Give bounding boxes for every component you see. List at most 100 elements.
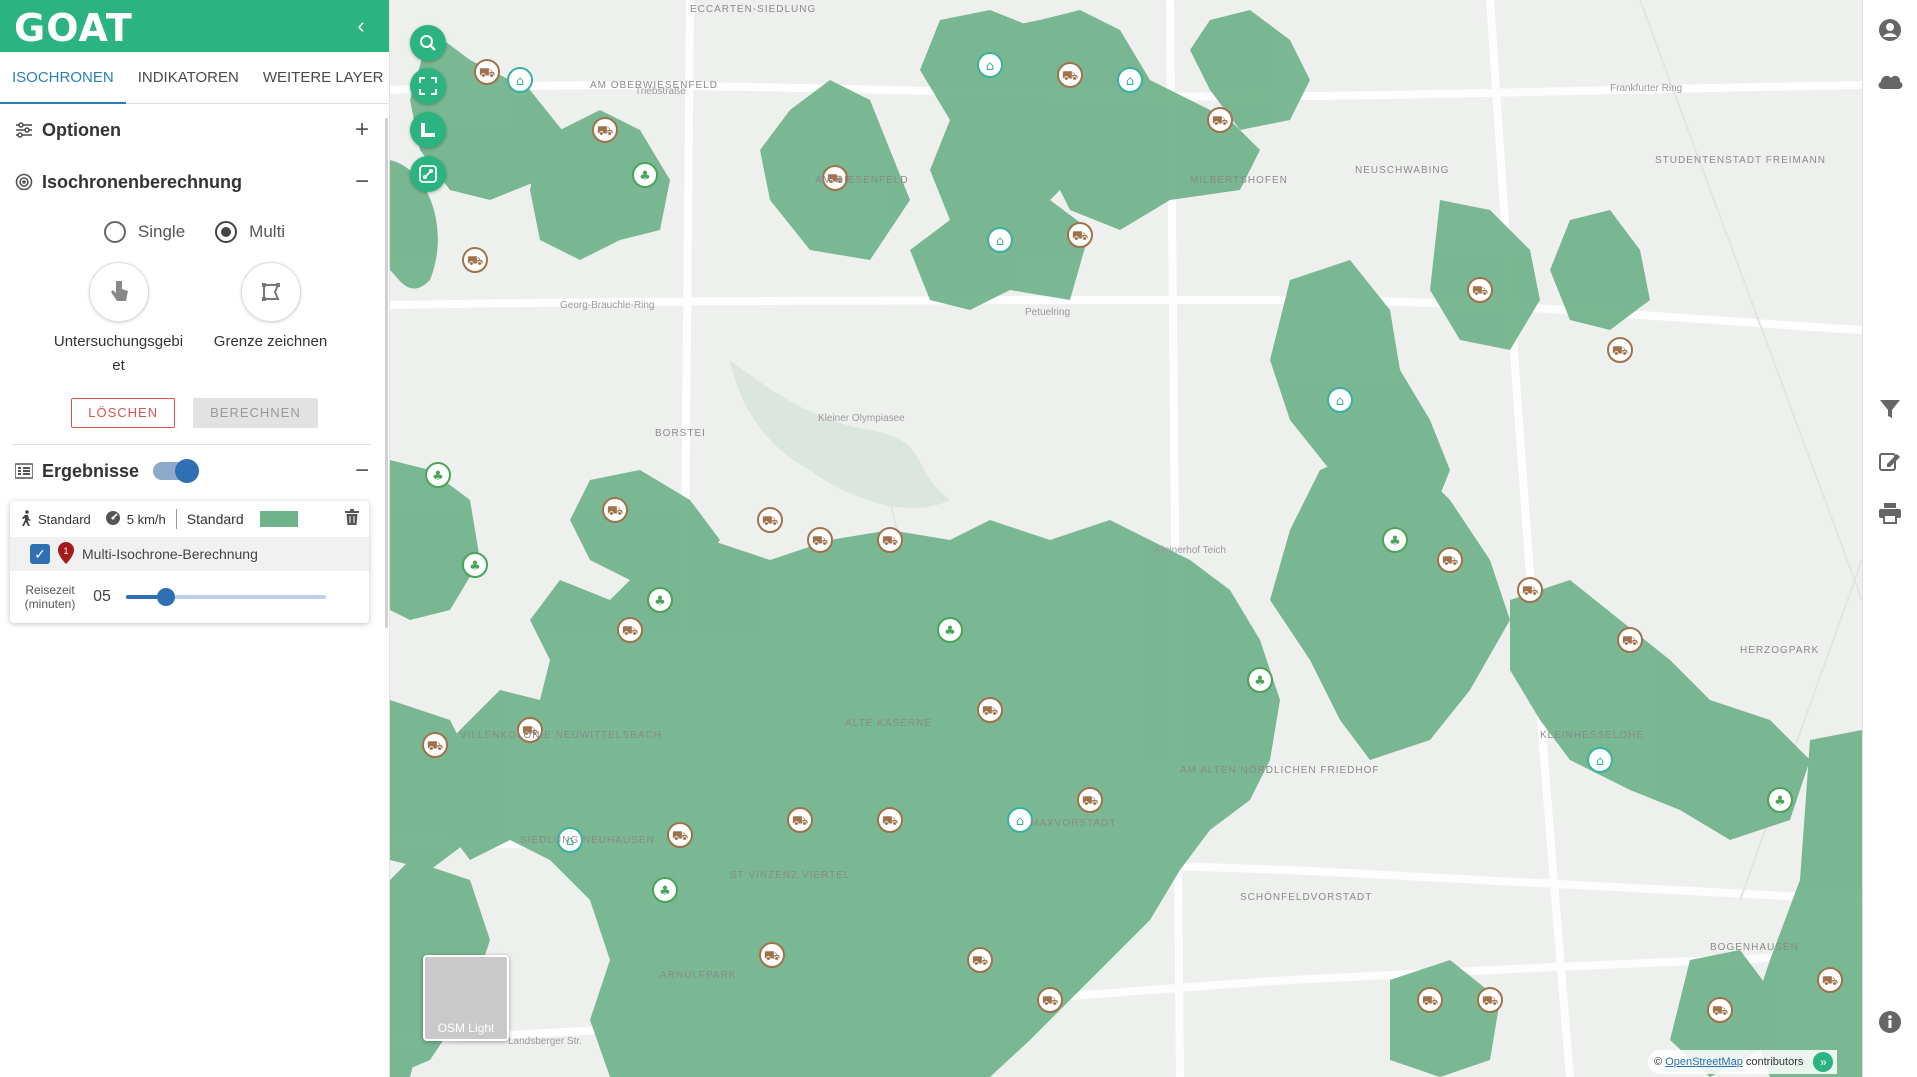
isochrone-section-header[interactable]: Isochronenberechnung − — [0, 156, 389, 208]
shop-marker[interactable]: ⛟ — [422, 732, 448, 758]
slider-thumb[interactable] — [157, 588, 175, 606]
info-icon[interactable] — [1876, 1010, 1904, 1038]
shop-marker[interactable]: ⛟ — [1417, 987, 1443, 1013]
shop-marker[interactable]: ⛟ — [1067, 222, 1093, 248]
grocery-marker[interactable]: ⌂ — [1007, 807, 1033, 833]
results-visibility-toggle[interactable] — [153, 459, 200, 483]
edit-icon[interactable] — [1876, 450, 1904, 478]
collapse-icon[interactable]: − — [355, 168, 369, 196]
account-icon[interactable] — [1876, 18, 1904, 46]
result-card-header: Standard 5 km/h Standard — [10, 501, 369, 537]
shop-marker[interactable]: ⛟ — [1057, 62, 1083, 88]
map-canvas[interactable]: ⛟ ⌂ ⛟ ♣ ⛟ ⌂ ⛟ ⌂ ⛟ ⌂ ⛟ ⛟ ⛟ ⌂ ⛟ ⛟ ⛟ ⌂ ♣ ♣ — [390, 0, 1862, 1077]
organic-marker[interactable]: ♣ — [462, 552, 488, 578]
shop-marker[interactable]: ⛟ — [667, 822, 693, 848]
shop-marker[interactable]: ⛟ — [1437, 547, 1463, 573]
attribution-copyright: © — [1654, 1056, 1663, 1068]
shop-marker[interactable]: ⛟ — [592, 117, 618, 143]
organic-marker[interactable]: ♣ — [937, 617, 963, 643]
expand-icon[interactable]: + — [355, 116, 369, 144]
svg-text:♣: ♣ — [659, 884, 671, 899]
shop-marker[interactable]: ⛟ — [1617, 627, 1643, 653]
shop-marker[interactable]: ⛟ — [757, 507, 783, 533]
shop-marker[interactable]: ⛟ — [1037, 987, 1063, 1013]
options-section-header[interactable]: Optionen + — [0, 104, 389, 156]
routing-icon[interactable] — [410, 156, 446, 192]
organic-marker[interactable]: ♣ — [425, 462, 451, 488]
filter-icon[interactable] — [1876, 398, 1904, 426]
tab-weitere-layer[interactable]: WEITERE LAYER — [251, 52, 396, 103]
color-swatch[interactable] — [259, 511, 298, 527]
shop-marker[interactable]: ⛟ — [977, 697, 1003, 723]
shop-marker[interactable]: ⛟ — [759, 942, 785, 968]
print-icon[interactable] — [1876, 502, 1904, 530]
study-area-tool[interactable]: Untersuchungsgebiet — [54, 262, 184, 378]
trash-icon[interactable] — [345, 508, 359, 530]
fullscreen-icon[interactable] — [410, 68, 446, 104]
calculate-button[interactable]: BERECHNEN — [193, 398, 318, 428]
result-row[interactable]: ✓ 1 Multi-Isochrone-Berechnung — [10, 537, 369, 571]
shop-marker[interactable]: ⛟ — [807, 527, 833, 553]
shop-marker[interactable]: ⛟ — [787, 807, 813, 833]
shop-marker[interactable]: ⛟ — [1467, 277, 1493, 303]
draw-boundary-tool[interactable]: Grenze zeichnen — [206, 262, 336, 378]
shop-marker[interactable]: ⛟ — [1607, 337, 1633, 363]
measure-icon[interactable] — [410, 112, 446, 148]
grocery-marker[interactable]: ⌂ — [1587, 747, 1613, 773]
pointer-hand-icon[interactable] — [88, 262, 149, 322]
organic-marker[interactable]: ♣ — [1382, 527, 1408, 553]
shop-marker[interactable]: ⛟ — [602, 497, 628, 523]
radio-multi-circle[interactable] — [215, 221, 238, 243]
shop-marker[interactable]: ⛟ — [967, 947, 993, 973]
sidebar-scrollbar[interactable] — [385, 118, 388, 628]
shop-marker[interactable]: ⛟ — [1207, 107, 1233, 133]
search-icon[interactable] — [410, 25, 446, 61]
map-view[interactable]: ⛟ ⌂ ⛟ ♣ ⛟ ⌂ ⛟ ⌂ ⛟ ⌂ ⛟ ⛟ ⛟ ⌂ ⛟ ⛟ ⛟ ⌂ ♣ ♣ — [390, 0, 1862, 1077]
svg-text:⛟: ⛟ — [1622, 634, 1638, 649]
radio-multi[interactable]: Multi — [215, 221, 285, 243]
street-label: Petuelring — [1025, 307, 1071, 318]
polygon-draw-icon[interactable] — [240, 262, 301, 322]
shop-marker[interactable]: ⛟ — [877, 807, 903, 833]
clear-button[interactable]: LÖSCHEN — [71, 398, 176, 428]
result-checkbox[interactable]: ✓ — [30, 544, 50, 564]
shop-marker[interactable]: ⛟ — [474, 59, 500, 85]
organic-marker[interactable]: ♣ — [652, 877, 678, 903]
basemap-switcher[interactable]: OSM Light — [423, 955, 509, 1041]
grocery-marker[interactable]: ⌂ — [1327, 387, 1353, 413]
shop-marker[interactable]: ⛟ — [462, 247, 488, 273]
results-section-header[interactable]: Ergebnisse − — [0, 445, 389, 497]
shop-marker[interactable]: ⛟ — [877, 527, 903, 553]
organic-marker[interactable]: ♣ — [647, 587, 673, 613]
chevron-left-icon[interactable]: ‹ — [349, 14, 373, 38]
result-card: Standard 5 km/h Standard ✓ 1 Multi-Isoch… — [10, 501, 369, 623]
radio-single[interactable]: Single — [103, 221, 185, 243]
grocery-marker[interactable]: ⌂ — [507, 67, 533, 93]
shop-marker[interactable]: ⛟ — [1707, 997, 1733, 1023]
shop-marker[interactable]: ⛟ — [1477, 987, 1503, 1013]
travel-time-slider[interactable] — [126, 588, 326, 606]
shop-marker[interactable]: ⛟ — [1077, 787, 1103, 813]
app-header: GOAT ‹ — [0, 0, 389, 52]
grocery-marker[interactable]: ⌂ — [987, 227, 1013, 253]
tab-isochronen[interactable]: ISOCHRONEN — [0, 52, 126, 104]
organic-marker[interactable]: ♣ — [1767, 787, 1793, 813]
options-title: Optionen — [42, 119, 121, 140]
grocery-marker[interactable]: ⌂ — [1117, 67, 1143, 93]
tab-indikatoren[interactable]: INDIKATOREN — [126, 52, 251, 103]
attribution-toggle-icon[interactable]: » — [1813, 1052, 1834, 1072]
shop-marker[interactable]: ⛟ — [617, 617, 643, 643]
collapse-icon[interactable]: − — [355, 457, 369, 485]
shop-marker[interactable]: ⛟ — [1817, 967, 1843, 993]
openstreetmap-link[interactable]: OpenStreetMap — [1665, 1056, 1743, 1068]
grocery-marker[interactable]: ⌂ — [977, 52, 1003, 78]
map-marker-icon: 1 — [58, 541, 74, 567]
cloud-icon[interactable] — [1876, 70, 1904, 98]
result-name: Multi-Isochrone-Berechnung — [82, 546, 258, 562]
shop-marker[interactable]: ⛟ — [1517, 577, 1543, 603]
tab-bar: ISOCHRONEN INDIKATOREN WEITERE LAYER — [0, 52, 389, 104]
radio-single-circle[interactable] — [103, 221, 126, 243]
organic-marker[interactable]: ♣ — [1247, 667, 1273, 693]
svg-text:⌂: ⌂ — [986, 59, 994, 74]
organic-marker[interactable]: ♣ — [632, 162, 658, 188]
